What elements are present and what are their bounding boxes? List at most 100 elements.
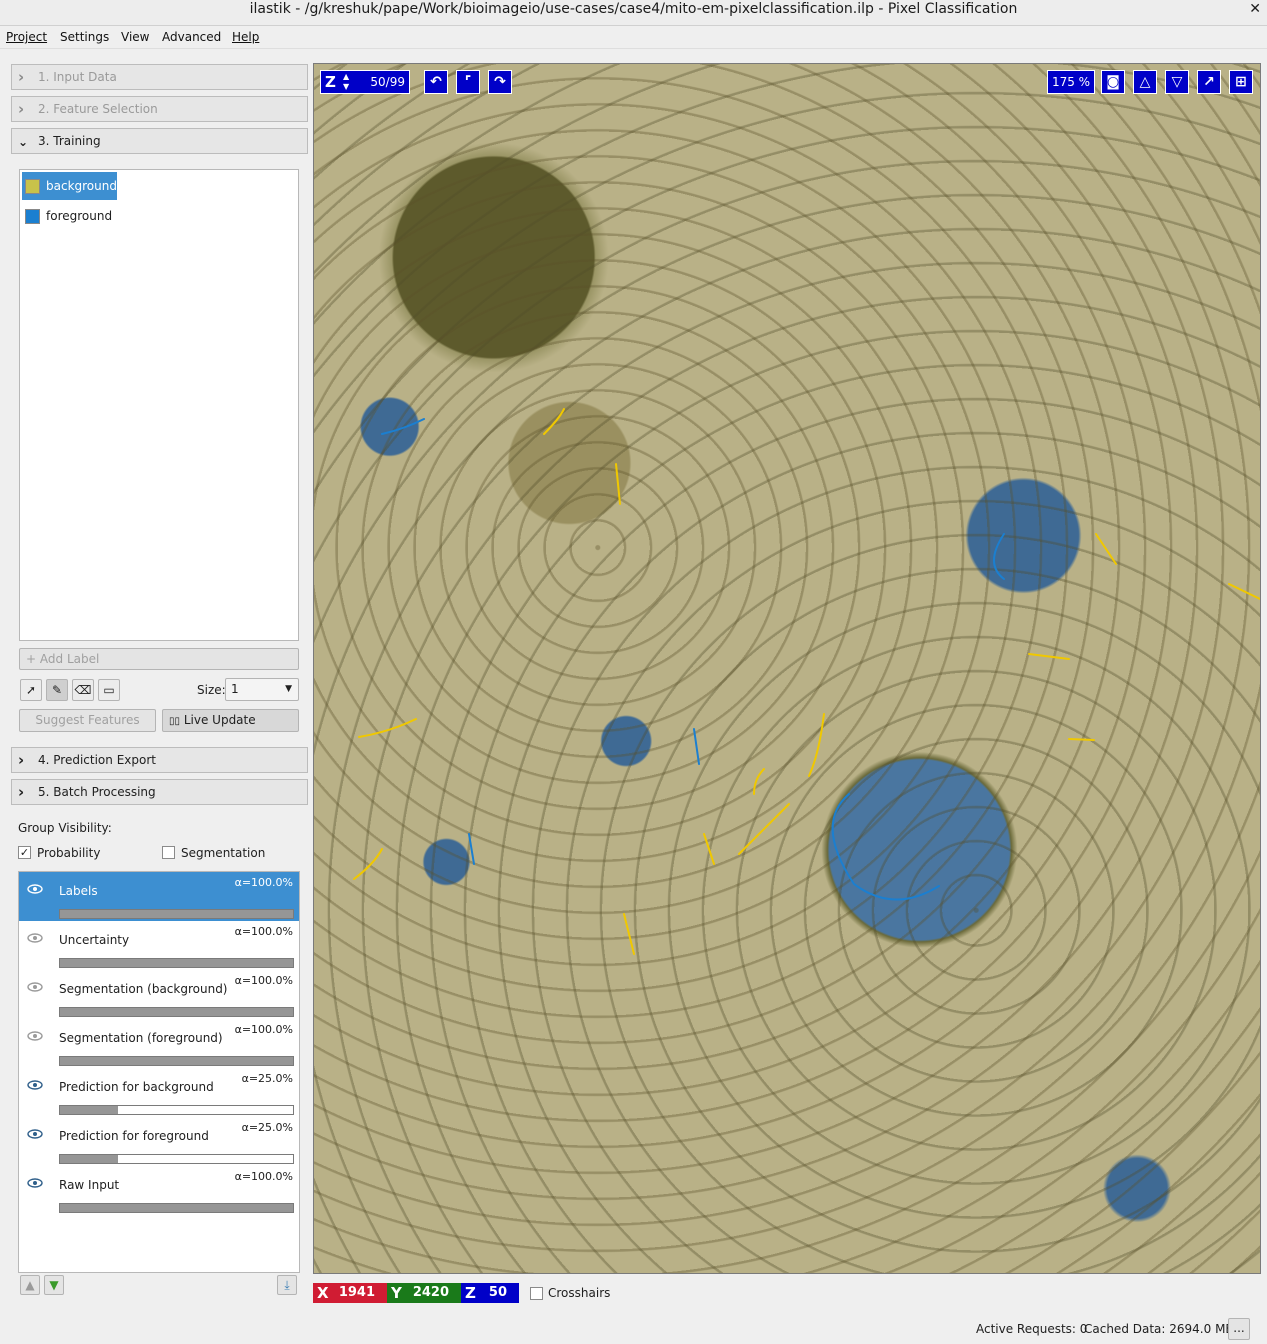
expand-arrow-icon: ↗ [1203,74,1215,90]
layer-name: Prediction for background [59,1080,214,1094]
layer-uncertainty[interactable]: Uncertainty α=100.0% [19,921,299,970]
applet-prediction-export[interactable]: › 4. Prediction Export [11,747,308,773]
label-item-foreground[interactable]: foreground [22,202,122,230]
group-visibility-title: Group Visibility: [18,821,112,835]
layer-opacity: α=100.0% [234,1023,293,1036]
x-axis-label: X [317,1284,329,1302]
eye-icon[interactable] [27,982,43,992]
brush-size-value: 1 [231,682,239,696]
menu-view[interactable]: View [121,30,149,44]
probability-label: Probability [37,846,101,860]
eraser-tool-button[interactable]: ⌫ [72,679,94,701]
applet-batch-processing[interactable]: › 5. Batch Processing [11,779,308,805]
layer-opacity: α=25.0% [241,1072,293,1085]
arrow-down-icon: ▼ [49,1278,59,1292]
suggest-features-button[interactable]: Suggest Features [19,709,156,732]
probability-checkbox[interactable]: ✓ [18,846,31,859]
layer-segmentation-foreground[interactable]: Segmentation (foreground) α=100.0% [19,1019,299,1068]
slice-number: 50/99 [370,75,405,89]
x-coordinate: X 1941 [313,1283,387,1303]
menu-help[interactable]: Help [232,30,259,44]
crosshairs-checkbox[interactable] [530,1287,543,1300]
slice-spinner[interactable]: ▲ ▼ [343,72,349,92]
layer-opacity-fill [60,1106,119,1114]
layer-prediction-foreground[interactable]: Prediction for foreground α=25.0% [19,1117,299,1166]
layer-raw-input[interactable]: Raw Input α=100.0% [19,1166,299,1215]
add-label-text: Add Label [39,652,100,666]
threshold-tool-button[interactable]: ▭ [98,679,120,701]
more-button[interactable]: ... [1228,1318,1250,1340]
screenshot-button[interactable]: ◙ [1101,70,1125,94]
label-item-background[interactable]: background [22,172,117,200]
layer-segmentation-background[interactable]: Segmentation (background) α=100.0% [19,970,299,1019]
layer-opacity-slider[interactable] [59,958,294,968]
image-viewer[interactable]: Z ▲ ▼ 50/99 ↶ ⌜ ↷ 175 % ◙ △ ▽ ↗ ⊞ [313,63,1261,1274]
applet-training[interactable]: ⌄ 3. Training [11,128,308,154]
navigation-tool-button[interactable]: ➚ [20,679,42,701]
layer-name: Uncertainty [59,933,130,947]
menubar: Project Settings View Advanced Help [0,27,1267,49]
zoom-level-text: 175 % [1051,75,1091,89]
crosshairs-label: Crosshairs [548,1286,611,1300]
brush-tool-button[interactable]: ✎ [46,679,68,701]
move-layer-down-button[interactable]: ▼ [44,1275,64,1295]
slice-up-button[interactable]: △ [1133,70,1157,94]
export-layer-button[interactable]: ⤓ [277,1275,297,1295]
layer-opacity-slider[interactable] [59,1105,294,1115]
layer-opacity: α=100.0% [234,876,293,889]
pointer-icon: ➚ [25,683,37,697]
layer-opacity-slider[interactable] [59,1007,294,1017]
layer-opacity-slider[interactable] [59,1056,294,1066]
applet-input-data[interactable]: › 1. Input Data [11,64,308,90]
brush-size-select[interactable]: 1 ▼ [225,678,299,701]
applet-feature-selection[interactable]: › 2. Feature Selection [11,96,308,122]
arrow-up-icon: ▲ [25,1278,35,1292]
eye-icon[interactable] [27,884,43,894]
eye-icon[interactable] [27,1129,43,1139]
segmentation-checkbox[interactable] [162,846,175,859]
eye-icon[interactable] [27,1178,43,1188]
z-axis-label: Z [325,73,336,91]
menu-project[interactable]: Project [6,30,47,44]
live-update-button[interactable]: ▯▯ Live Update [162,709,299,732]
label-name: foreground [46,209,113,223]
applet-batch-processing-label: 5. Batch Processing [38,785,156,799]
maximize-view-button[interactable]: ⌜ [456,70,480,94]
add-label-button[interactable]: + Add Label [19,648,299,670]
layer-opacity: α=100.0% [234,925,293,938]
label-annotations [353,408,1260,955]
move-layer-up-button[interactable]: ▲ [20,1275,40,1295]
triangle-up-icon: △ [1139,74,1151,90]
triangle-down-icon: ▽ [1171,74,1183,90]
layer-opacity-slider[interactable] [59,1154,294,1164]
layer-prediction-background[interactable]: Prediction for background α=25.0% [19,1068,299,1117]
layer-opacity: α=100.0% [234,1170,293,1183]
slice-down-button[interactable]: ▽ [1165,70,1189,94]
maximize-button[interactable]: ↗ [1197,70,1221,94]
layer-labels[interactable]: Labels α=100.0% [19,872,299,921]
zoom-level: 175 % [1047,70,1095,94]
layer-opacity-fill [60,1204,293,1212]
size-label: Size: [197,683,226,697]
label-color-swatch[interactable] [25,179,40,194]
redo-button[interactable]: ↷ [488,70,512,94]
undo-button[interactable]: ↶ [424,70,448,94]
layer-opacity-fill [60,1008,293,1016]
layer-opacity-slider[interactable] [59,1203,294,1213]
label-list: background foreground [19,169,299,641]
menu-advanced[interactable]: Advanced [162,30,221,44]
tile-view-button[interactable]: ⊞ [1229,70,1253,94]
close-icon[interactable]: ✕ [1249,0,1261,18]
label-color-swatch[interactable] [25,209,40,224]
layer-opacity-fill [60,1057,293,1065]
layer-opacity-slider[interactable] [59,909,294,919]
eye-icon[interactable] [27,1031,43,1041]
eye-icon[interactable] [27,1080,43,1090]
brush-icon: ✎ [51,683,63,697]
applet-input-data-label: 1. Input Data [38,70,117,84]
z-coordinate-value: 50 [488,1285,507,1300]
applet-feature-selection-label: 2. Feature Selection [38,102,158,116]
eye-icon[interactable] [27,933,43,943]
menu-settings[interactable]: Settings [60,30,109,44]
status-bar: Active Requests: 0 Cached Data: 2694.0 M… [0,1316,1267,1344]
